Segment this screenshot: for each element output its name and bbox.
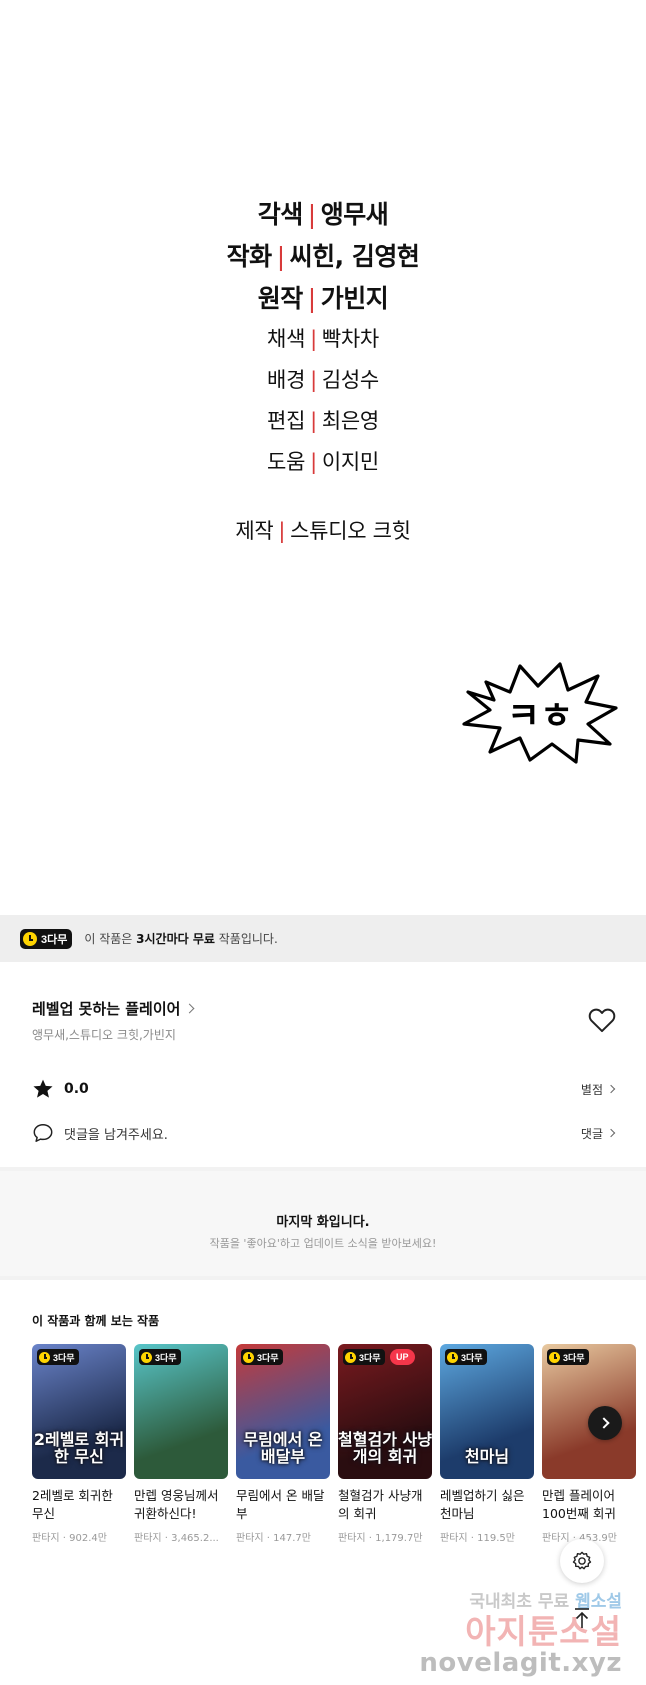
work-authors: 앵무새,스튜디오 크힛,가빈지	[32, 1028, 176, 1042]
wait-free-badge: 3다무	[139, 1349, 181, 1365]
view-count: 119.5만	[477, 1533, 515, 1544]
episode-credits: 각색 | 앵무새 작화 | 씨힌, 김영현 원작 | 가빈지 채색 | 빡차차 배경 | 김성수 편…	[0, 0, 646, 915]
cover-title-art: 철혈검가 사냥개의 회귀	[338, 1430, 432, 1466]
clock-icon	[549, 1351, 560, 1363]
cover-thumbnail[interactable]: 3다무천마님	[440, 1344, 534, 1479]
wait-free-badge: 3다무	[241, 1349, 283, 1365]
wait-free-badge: 3다무	[20, 928, 73, 949]
credit-adaptation: 각색 | 앵무새	[257, 200, 389, 229]
genre-label: 판타지	[440, 1533, 468, 1544]
scroll-top-button[interactable]	[560, 1596, 604, 1640]
genre-label: 판타지	[542, 1533, 570, 1544]
credit-coloring: 채색 | 빡차차	[267, 327, 379, 351]
wait-free-badge: 3다무	[445, 1349, 487, 1365]
recommendations-heading: 이 작품과 함께 보는 작품	[32, 1314, 160, 1328]
heart-icon[interactable]	[588, 1007, 616, 1033]
cover-thumbnail[interactable]: 3다무 UP 철혈검가 사냥개의 회귀	[338, 1344, 432, 1479]
recommendation-meta: 판타지 · 1,179.7만	[338, 1533, 423, 1544]
view-count: 1,179.7만	[375, 1533, 423, 1544]
credit-editor: 편집 | 최은영	[267, 409, 379, 433]
wait-free-badge: 3다무	[343, 1349, 385, 1365]
recommendation-title: 무림에서 온 배달부	[236, 1488, 325, 1521]
cover-thumbnail[interactable]: 3다무	[542, 1344, 636, 1479]
credit-background: 배경 | 김성수	[267, 368, 379, 392]
cover-title-art: 천마님	[464, 1447, 510, 1466]
clock-icon	[39, 1351, 50, 1363]
view-count: 3,465.2...	[171, 1533, 219, 1544]
sfx-text: ㅋㅎ	[507, 696, 573, 737]
recommendation-meta: 판타지 · 147.7만	[236, 1533, 311, 1544]
recommendation-card[interactable]: 3다무 2레벨로 회귀한 무신 2레벨로 회귀한 무신판타지 · 902.4만	[32, 1344, 126, 1544]
recommendation-title: 만렙 영웅님께서 귀환하신다!	[134, 1488, 219, 1521]
recommendation-card[interactable]: 3다무 UP 철혈검가 사냥개의 회귀 철혈검가 사냥개의 회귀 판타지 · 1,179…	[338, 1344, 432, 1544]
genre-label: 판타지	[134, 1533, 162, 1544]
credit-art: 작화 | 씨힌, 김영현	[226, 242, 420, 271]
rating-value: 0.0	[64, 1081, 89, 1097]
viewer-page: 각색 | 앵무새 작화 | 씨힌, 김영현 원작 | 가빈지 채색 | 빡차차 배경 | 김성수 편…	[0, 0, 646, 1685]
recommendation-title: 레벨업하기 싫은 천마님	[440, 1488, 525, 1521]
recommendation-meta: 판타지 · 3,465.2...	[134, 1533, 219, 1544]
recommendation-meta: 판타지 · 119.5만	[440, 1533, 515, 1544]
chevron-right-icon	[606, 1128, 616, 1138]
recommendation-title: 만렙 플레이어 100번째 회귀	[542, 1488, 616, 1521]
recommendation-title: 2레벨로 회귀한 무신	[32, 1488, 113, 1521]
wait-free-badge: 3다무	[37, 1349, 79, 1365]
free-banner-text: 이 작품은 3시간마다 무료 작품입니다.	[84, 932, 278, 946]
cover-thumbnail[interactable]: 3다무무림에서 온 배달부	[236, 1344, 330, 1479]
chevron-right-icon	[185, 1003, 195, 1014]
recommendations-section: 이 작품과 함께 보는 작품 3다무 2레벨로 회귀한 무신 2레벨로 회귀한 무신…	[0, 1280, 646, 1570]
recommendation-card[interactable]: 3다무 무림에서 온 배달부 무림에서 온 배달부 판타지 · 147.7만	[236, 1344, 330, 1544]
credit-assistant: 도움 | 이지민	[267, 450, 379, 474]
watermark-domain: novelagit.xyz	[419, 1648, 622, 1678]
credit-production: 제작 | 스튜디오 크힛	[235, 519, 411, 543]
recommendation-card[interactable]: 3다무만렙 영웅님께서 귀환하신다! 판타지 · 3,465.2...	[134, 1344, 228, 1544]
clock-icon	[447, 1351, 458, 1363]
recommendation-card[interactable]: 3다무 만렙 플레이어 100번째 회귀 판타지 · 453.9만	[542, 1344, 636, 1544]
settings-button[interactable]	[560, 1539, 604, 1583]
up-badge: UP	[390, 1349, 415, 1365]
gear-icon	[572, 1551, 592, 1570]
comment-icon	[33, 1124, 53, 1142]
comment-row[interactable]: 댓글을 남겨주세요. 댓글	[32, 1120, 616, 1146]
cover-thumbnail[interactable]: 3다무 2레벨로 회귀한 무신	[32, 1344, 126, 1479]
cover-title-art: 무림에서 온 배달부	[243, 1430, 323, 1466]
credit-original: 원작 | 가빈지	[257, 284, 389, 313]
free-every-3h-banner: 3다무 이 작품은 3시간마다 무료 작품입니다.	[0, 915, 646, 962]
last-episode-subtitle: 작품을 '좋아요'하고 업데이트 소식을 받아보세요!	[209, 1237, 437, 1250]
rate-link[interactable]: 별점	[581, 1081, 616, 1098]
recommendation-card[interactable]: 3다무천마님레벨업하기 싫은 천마님판타지 · 119.5만	[440, 1344, 534, 1544]
genre-label: 판타지	[32, 1533, 60, 1544]
clock-icon	[345, 1351, 356, 1363]
wait-free-badge: 3다무	[547, 1349, 589, 1365]
comments-link[interactable]: 댓글	[581, 1125, 616, 1142]
work-title-link[interactable]: 레벨업 못하는 플레이어	[32, 998, 195, 1019]
chevron-right-icon	[597, 1417, 610, 1429]
cover-thumbnail[interactable]: 3다무	[134, 1344, 228, 1479]
view-count: 902.4만	[69, 1533, 107, 1544]
clock-icon	[23, 931, 37, 946]
star-icon	[33, 1079, 53, 1098]
clock-icon	[243, 1351, 254, 1363]
arrow-up-icon	[575, 1608, 589, 1628]
carousel-next-button[interactable]	[588, 1406, 622, 1440]
recommendation-meta: 판타지 · 902.4만	[32, 1533, 107, 1544]
sound-effect-burst: ㅋㅎ	[462, 662, 618, 764]
clock-icon	[141, 1351, 152, 1363]
work-info-panel: 레벨업 못하는 플레이어 앵무새,스튜디오 크힛,가빈지 0.0 별점 댓글을 …	[0, 962, 646, 1167]
cover-title-art: 2레벨로 회귀한 무신	[33, 1430, 125, 1466]
rating-row: 0.0 별점	[32, 1076, 616, 1102]
genre-label: 판타지	[236, 1533, 264, 1544]
last-episode-title: 마지막 화입니다.	[276, 1215, 370, 1230]
last-episode-notice: 마지막 화입니다. 작품을 '좋아요'하고 업데이트 소식을 받아보세요!	[0, 1171, 646, 1276]
view-count: 147.7만	[273, 1533, 311, 1544]
genre-label: 판타지	[338, 1533, 366, 1544]
recommendation-title: 철혈검가 사냥개의 회귀	[338, 1488, 423, 1521]
chevron-right-icon	[606, 1084, 616, 1094]
comment-prompt: 댓글을 남겨주세요.	[64, 1127, 168, 1143]
